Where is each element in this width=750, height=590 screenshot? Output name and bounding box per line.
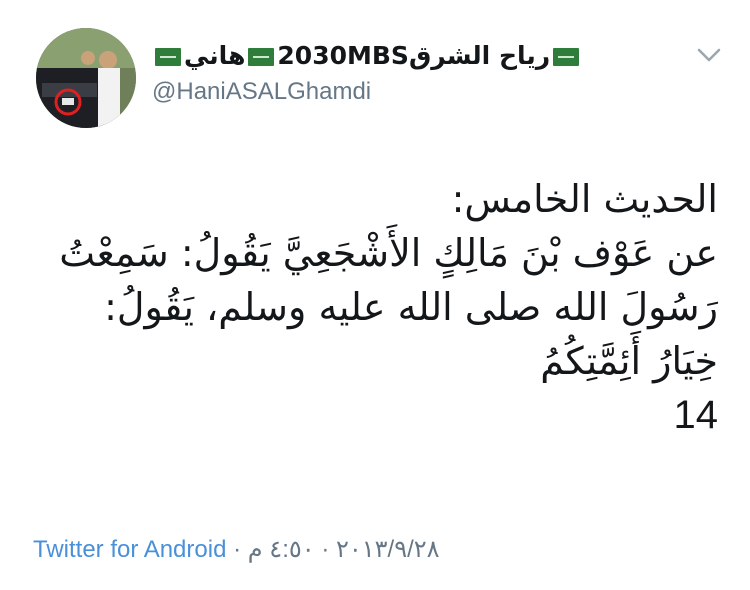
author-display-name[interactable]: رياح الشرق2030MBS هاني [152, 40, 582, 72]
tweet-text: الحديث الخامس: عن عَوْف بْنَ مَالِكٍ الأ… [28, 172, 718, 442]
separator: · [321, 536, 330, 563]
tweet-time[interactable]: ٤:٥٠ م [248, 536, 315, 563]
tweet-line: خِيَارُ أَئِمَّتِكُمُ [540, 339, 718, 383]
tweet-date[interactable]: ٢٠١٣/٩/٢٨ [336, 536, 440, 563]
separator: · [233, 536, 242, 563]
saudi-flag-icon [553, 48, 580, 66]
tweet-meta: Twitter for Android · ٢٠١٣/٩/٢٨ · ٤:٥٠ م [33, 535, 440, 564]
chevron-down-icon[interactable] [696, 46, 722, 64]
tweet-line: رَسُولَ الله صلى الله عليه وسلم، يَقُولُ… [104, 285, 718, 329]
tweet-line: عن عَوْف بْنَ مَالِكٍ الأَشْجَعِيَّ يَقُ… [59, 231, 718, 275]
tweet-source-link[interactable]: Twitter for Android [33, 536, 226, 563]
author-names: رياح الشرق2030MBS هاني @HaniASALGhamdi [152, 40, 582, 108]
saudi-flag-icon [155, 48, 181, 66]
tweet-number: 14 [673, 393, 719, 437]
avatar[interactable] [36, 28, 136, 128]
tweet-header: رياح الشرق2030MBS هاني @HaniASALGhamdi [0, 0, 750, 150]
tweet-line: الحديث الخامس: [451, 177, 718, 221]
display-name-text: رياح الشرق2030MBS [277, 41, 551, 70]
author-handle[interactable]: @HaniASALGhamdi [152, 76, 582, 108]
avatar-photo [36, 28, 136, 128]
display-name-suffix: هاني [184, 41, 246, 70]
saudi-flag-icon [248, 48, 275, 66]
